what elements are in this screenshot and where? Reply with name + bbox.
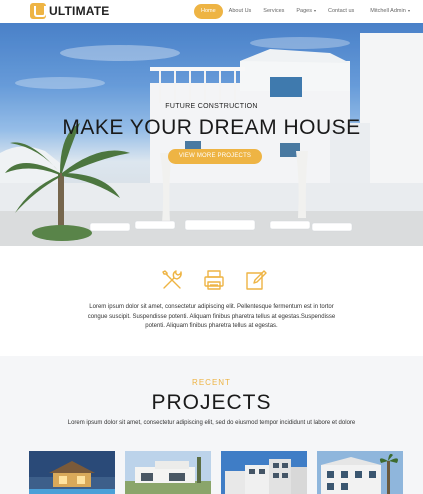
view-more-projects-button[interactable]: VIEW MORE PROJECTS <box>168 149 262 164</box>
hero-subtitle: FUTURE CONSTRUCTION <box>165 103 258 110</box>
caret-down-icon <box>407 9 410 12</box>
project-thumbnail[interactable] <box>221 451 307 494</box>
tools-icon <box>162 270 182 289</box>
feature-icons <box>160 268 268 292</box>
hero-title: MAKE YOUR DREAM HOUSE <box>62 116 361 139</box>
nav-item-about-us[interactable]: About Us <box>223 4 258 19</box>
projects-description: Lorem ipsum dolor sit amet, consectetur … <box>67 420 356 426</box>
project-image-townhouses <box>221 451 307 494</box>
nav-item-pages-label: Pages <box>296 8 312 14</box>
projects-title: PROJECTS <box>151 391 272 414</box>
project-thumbnail[interactable] <box>317 451 403 494</box>
brand-name: ULTIMATE <box>49 4 110 18</box>
caret-down-icon <box>314 9 316 12</box>
project-thumbnail[interactable] <box>29 451 115 494</box>
project-thumbnail[interactable] <box>125 451 211 494</box>
edit-icon <box>246 270 267 290</box>
brand-logo[interactable]: ULTIMATE <box>30 3 109 19</box>
nav-item-home[interactable]: Home <box>194 4 223 19</box>
projects-section: RECENT PROJECTS Lorem ipsum dolor sit am… <box>0 356 423 494</box>
project-image-night-house <box>29 451 115 494</box>
nav-item-contact-us[interactable]: Contact us <box>322 4 360 19</box>
hero-section: FUTURE CONSTRUCTION MAKE YOUR DREAM HOUS… <box>0 23 423 246</box>
features-description: Lorem ipsum dolor sit amet, consectetur … <box>87 304 336 329</box>
navbar: ULTIMATE Home About Us Services Pages Co… <box>0 0 423 23</box>
project-thumbnails <box>29 451 403 494</box>
nav-item-services[interactable]: Services <box>257 4 290 19</box>
printer-icon <box>204 270 224 290</box>
main-nav: Home About Us Services Pages Contact us … <box>194 4 416 19</box>
project-image-modern-villa <box>125 451 211 494</box>
nav-item-pages[interactable]: Pages <box>290 4 322 19</box>
project-image-white-house <box>317 451 403 494</box>
projects-kicker: RECENT <box>192 378 231 387</box>
features-section: Lorem ipsum dolor sit amet, consectetur … <box>0 246 423 356</box>
u-logo-icon <box>30 3 46 19</box>
user-menu[interactable]: Mitchell Admin <box>364 4 415 19</box>
user-name: Mitchell Admin <box>370 8 406 14</box>
